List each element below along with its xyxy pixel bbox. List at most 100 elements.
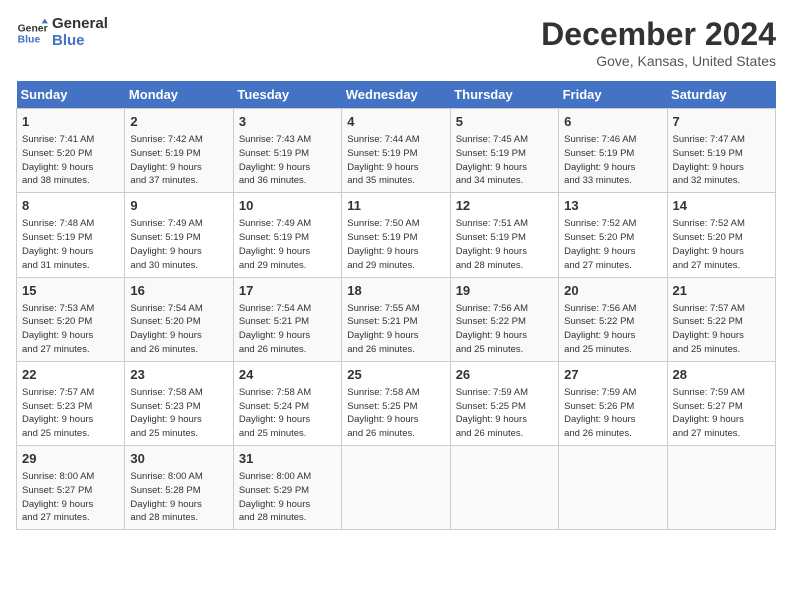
day-info: Sunrise: 7:45 AM Sunset: 5:19 PM Dayligh… bbox=[456, 133, 553, 188]
calendar-cell: 2 Sunrise: 7:42 AM Sunset: 5:19 PM Daylig… bbox=[125, 109, 233, 193]
calendar-cell: 6 Sunrise: 7:46 AM Sunset: 5:19 PM Daylig… bbox=[559, 109, 667, 193]
main-title: December 2024 bbox=[541, 16, 776, 53]
day-number: 23 bbox=[130, 366, 227, 384]
day-info: Sunrise: 7:58 AM Sunset: 5:23 PM Dayligh… bbox=[130, 386, 227, 441]
weekday-header-tuesday: Tuesday bbox=[233, 81, 341, 109]
calendar-cell bbox=[342, 446, 450, 530]
calendar-cell: 16 Sunrise: 7:54 AM Sunset: 5:20 PM Dayli… bbox=[125, 277, 233, 361]
week-row-2: 8 Sunrise: 7:48 AM Sunset: 5:19 PM Daylig… bbox=[17, 193, 776, 277]
day-info: Sunrise: 7:49 AM Sunset: 5:19 PM Dayligh… bbox=[239, 217, 336, 272]
day-number: 27 bbox=[564, 366, 661, 384]
weekday-header-thursday: Thursday bbox=[450, 81, 558, 109]
calendar-cell: 12 Sunrise: 7:51 AM Sunset: 5:19 PM Dayli… bbox=[450, 193, 558, 277]
calendar-cell: 28Sunrise: 7:59 AM Sunset: 5:27 PM Dayli… bbox=[667, 361, 775, 445]
day-number: 17 bbox=[239, 282, 336, 300]
logo-text: General Blue bbox=[52, 16, 108, 49]
sub-title: Gove, Kansas, United States bbox=[541, 53, 776, 69]
day-number: 4 bbox=[347, 113, 444, 131]
day-number: 8 bbox=[22, 197, 119, 215]
calendar-cell: 26Sunrise: 7:59 AM Sunset: 5:25 PM Dayli… bbox=[450, 361, 558, 445]
day-number: 9 bbox=[130, 197, 227, 215]
day-info: Sunrise: 7:47 AM Sunset: 5:19 PM Dayligh… bbox=[673, 133, 770, 188]
day-info: Sunrise: 7:51 AM Sunset: 5:19 PM Dayligh… bbox=[456, 217, 553, 272]
weekday-header-row: SundayMondayTuesdayWednesdayThursdayFrid… bbox=[17, 81, 776, 109]
day-number: 10 bbox=[239, 197, 336, 215]
calendar-cell: 21 Sunrise: 7:57 AM Sunset: 5:22 PM Dayli… bbox=[667, 277, 775, 361]
logo: General Blue General Blue bbox=[16, 16, 108, 49]
logo-icon: General Blue bbox=[16, 17, 48, 49]
day-number: 2 bbox=[130, 113, 227, 131]
calendar-cell: 18 Sunrise: 7:55 AM Sunset: 5:21 PM Dayli… bbox=[342, 277, 450, 361]
day-info: Sunrise: 7:57 AM Sunset: 5:23 PM Dayligh… bbox=[22, 386, 119, 441]
calendar-cell: 13Sunrise: 7:52 AM Sunset: 5:20 PM Dayli… bbox=[559, 193, 667, 277]
day-number: 28 bbox=[673, 366, 770, 384]
day-number: 20 bbox=[564, 282, 661, 300]
calendar-cell: 30Sunrise: 8:00 AM Sunset: 5:28 PM Dayli… bbox=[125, 446, 233, 530]
calendar-cell: 11Sunrise: 7:50 AM Sunset: 5:19 PM Dayli… bbox=[342, 193, 450, 277]
calendar-cell: 17 Sunrise: 7:54 AM Sunset: 5:21 PM Dayli… bbox=[233, 277, 341, 361]
day-info: Sunrise: 7:53 AM Sunset: 5:20 PM Dayligh… bbox=[22, 302, 119, 357]
day-info: Sunrise: 7:55 AM Sunset: 5:21 PM Dayligh… bbox=[347, 302, 444, 357]
calendar-table: SundayMondayTuesdayWednesdayThursdayFrid… bbox=[16, 81, 776, 530]
calendar-cell: 20 Sunrise: 7:56 AM Sunset: 5:22 PM Dayli… bbox=[559, 277, 667, 361]
day-info: Sunrise: 8:00 AM Sunset: 5:29 PM Dayligh… bbox=[239, 470, 336, 525]
calendar-cell: 4Sunrise: 7:44 AM Sunset: 5:19 PM Daylig… bbox=[342, 109, 450, 193]
calendar-cell: 24Sunrise: 7:58 AM Sunset: 5:24 PM Dayli… bbox=[233, 361, 341, 445]
day-info: Sunrise: 7:46 AM Sunset: 5:19 PM Dayligh… bbox=[564, 133, 661, 188]
week-row-5: 29 Sunrise: 8:00 AM Sunset: 5:27 PM Dayli… bbox=[17, 446, 776, 530]
calendar-cell: 10 Sunrise: 7:49 AM Sunset: 5:19 PM Dayli… bbox=[233, 193, 341, 277]
header: General Blue General Blue December 2024 … bbox=[16, 16, 776, 69]
calendar-cell: 15 Sunrise: 7:53 AM Sunset: 5:20 PM Dayli… bbox=[17, 277, 125, 361]
day-number: 30 bbox=[130, 450, 227, 468]
calendar-cell bbox=[450, 446, 558, 530]
week-row-4: 22 Sunrise: 7:57 AM Sunset: 5:23 PM Dayli… bbox=[17, 361, 776, 445]
day-info: Sunrise: 7:58 AM Sunset: 5:24 PM Dayligh… bbox=[239, 386, 336, 441]
calendar-cell: 19 Sunrise: 7:56 AM Sunset: 5:22 PM Dayli… bbox=[450, 277, 558, 361]
calendar-cell: 9 Sunrise: 7:49 AM Sunset: 5:19 PM Daylig… bbox=[125, 193, 233, 277]
weekday-header-wednesday: Wednesday bbox=[342, 81, 450, 109]
calendar-cell: 31Sunrise: 8:00 AM Sunset: 5:29 PM Dayli… bbox=[233, 446, 341, 530]
day-info: Sunrise: 7:41 AM Sunset: 5:20 PM Dayligh… bbox=[22, 133, 119, 188]
day-number: 5 bbox=[456, 113, 553, 131]
week-row-1: 1 Sunrise: 7:41 AM Sunset: 5:20 PM Daylig… bbox=[17, 109, 776, 193]
day-info: Sunrise: 7:54 AM Sunset: 5:20 PM Dayligh… bbox=[130, 302, 227, 357]
day-info: Sunrise: 7:52 AM Sunset: 5:20 PM Dayligh… bbox=[564, 217, 661, 272]
day-info: Sunrise: 7:56 AM Sunset: 5:22 PM Dayligh… bbox=[456, 302, 553, 357]
day-number: 14 bbox=[673, 197, 770, 215]
weekday-header-saturday: Saturday bbox=[667, 81, 775, 109]
calendar-cell: 7Sunrise: 7:47 AM Sunset: 5:19 PM Daylig… bbox=[667, 109, 775, 193]
calendar-cell: 3 Sunrise: 7:43 AM Sunset: 5:19 PM Daylig… bbox=[233, 109, 341, 193]
day-number: 1 bbox=[22, 113, 119, 131]
day-info: Sunrise: 7:54 AM Sunset: 5:21 PM Dayligh… bbox=[239, 302, 336, 357]
day-info: Sunrise: 7:42 AM Sunset: 5:19 PM Dayligh… bbox=[130, 133, 227, 188]
day-info: Sunrise: 7:43 AM Sunset: 5:19 PM Dayligh… bbox=[239, 133, 336, 188]
day-info: Sunrise: 7:52 AM Sunset: 5:20 PM Dayligh… bbox=[673, 217, 770, 272]
day-number: 29 bbox=[22, 450, 119, 468]
day-number: 6 bbox=[564, 113, 661, 131]
calendar-cell: 27Sunrise: 7:59 AM Sunset: 5:26 PM Dayli… bbox=[559, 361, 667, 445]
day-info: Sunrise: 7:49 AM Sunset: 5:19 PM Dayligh… bbox=[130, 217, 227, 272]
svg-text:Blue: Blue bbox=[18, 34, 41, 45]
weekday-header-friday: Friday bbox=[559, 81, 667, 109]
day-number: 19 bbox=[456, 282, 553, 300]
day-number: 12 bbox=[456, 197, 553, 215]
day-info: Sunrise: 7:50 AM Sunset: 5:19 PM Dayligh… bbox=[347, 217, 444, 272]
day-number: 3 bbox=[239, 113, 336, 131]
day-info: Sunrise: 7:57 AM Sunset: 5:22 PM Dayligh… bbox=[673, 302, 770, 357]
calendar-cell: 1 Sunrise: 7:41 AM Sunset: 5:20 PM Daylig… bbox=[17, 109, 125, 193]
calendar-cell: 14 Sunrise: 7:52 AM Sunset: 5:20 PM Dayli… bbox=[667, 193, 775, 277]
day-number: 16 bbox=[130, 282, 227, 300]
day-info: Sunrise: 7:56 AM Sunset: 5:22 PM Dayligh… bbox=[564, 302, 661, 357]
day-number: 21 bbox=[673, 282, 770, 300]
day-number: 18 bbox=[347, 282, 444, 300]
calendar-cell: 8 Sunrise: 7:48 AM Sunset: 5:19 PM Daylig… bbox=[17, 193, 125, 277]
day-info: Sunrise: 7:48 AM Sunset: 5:19 PM Dayligh… bbox=[22, 217, 119, 272]
calendar-cell: 5 Sunrise: 7:45 AM Sunset: 5:19 PM Daylig… bbox=[450, 109, 558, 193]
calendar-cell bbox=[559, 446, 667, 530]
day-number: 15 bbox=[22, 282, 119, 300]
day-number: 22 bbox=[22, 366, 119, 384]
day-number: 26 bbox=[456, 366, 553, 384]
day-info: Sunrise: 8:00 AM Sunset: 5:27 PM Dayligh… bbox=[22, 470, 119, 525]
calendar-cell: 23 Sunrise: 7:58 AM Sunset: 5:23 PM Dayli… bbox=[125, 361, 233, 445]
title-area: December 2024 Gove, Kansas, United State… bbox=[541, 16, 776, 69]
